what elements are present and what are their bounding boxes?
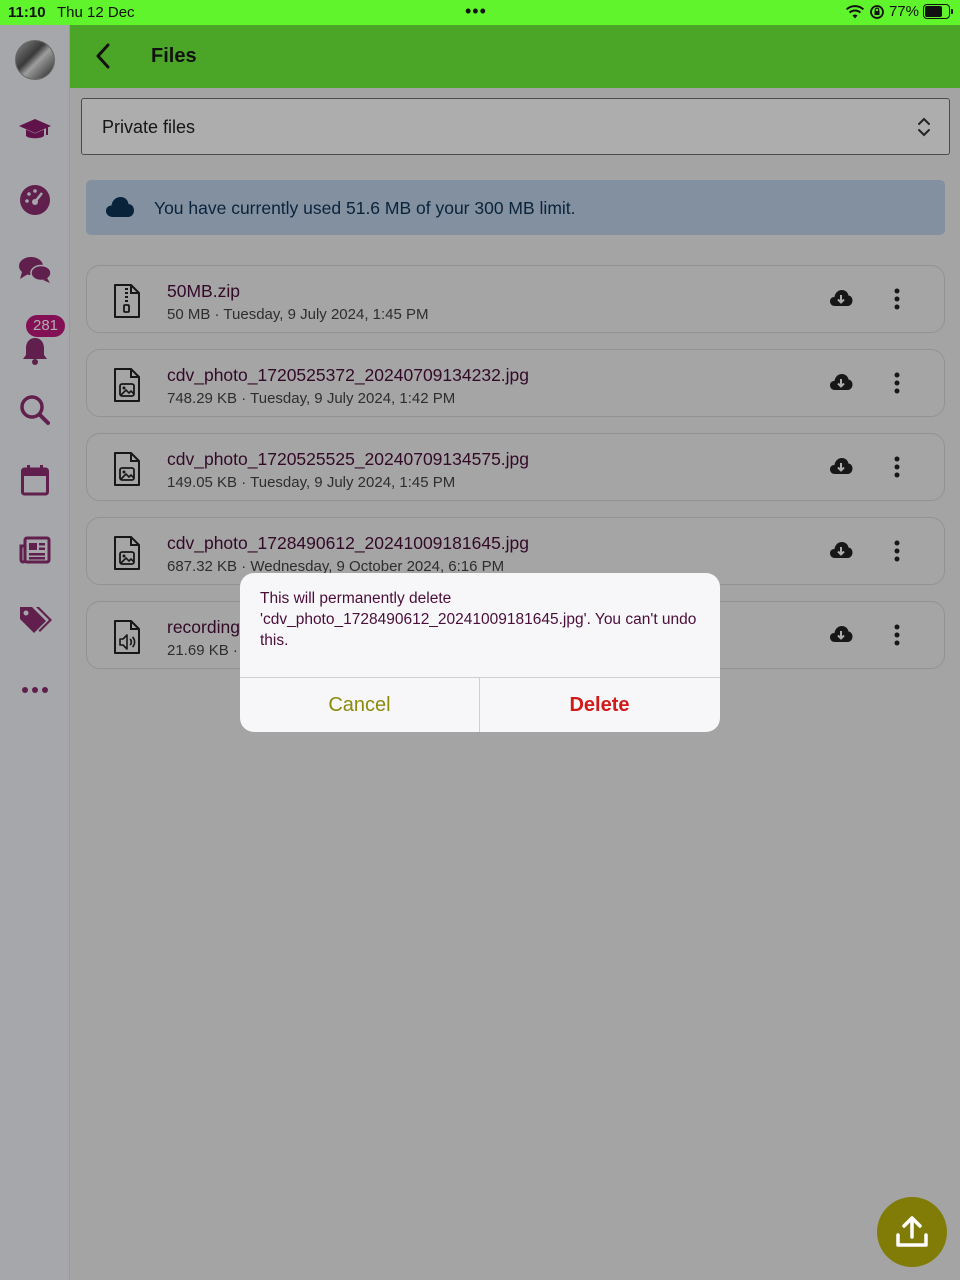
status-bar: 11:10 Thu 12 Dec ••• 77% <box>0 0 960 25</box>
cancel-button[interactable]: Cancel <box>240 678 479 732</box>
upload-button[interactable] <box>877 1197 947 1267</box>
delete-button[interactable]: Delete <box>480 678 719 732</box>
status-date: Thu 12 Dec <box>57 4 135 21</box>
wifi-icon <box>845 4 865 18</box>
upload-icon <box>896 1216 928 1247</box>
battery-percentage: 77% <box>888 3 919 20</box>
battery-icon <box>923 4 953 19</box>
delete-confirm-dialog: This will permanently delete 'cdv_photo_… <box>240 573 720 732</box>
dialog-message: This will permanently delete 'cdv_photo_… <box>260 590 697 649</box>
multitasking-dots[interactable]: ••• <box>465 2 487 20</box>
status-time: 11:10 <box>8 4 46 21</box>
orientation-lock-icon <box>870 4 884 19</box>
